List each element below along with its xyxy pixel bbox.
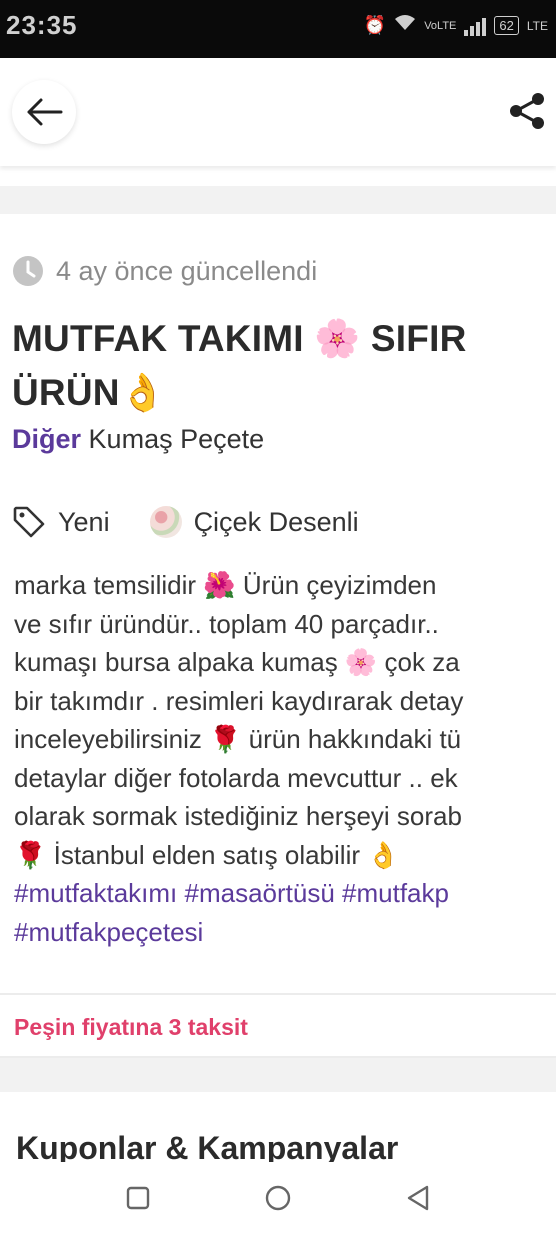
title-line-2: ÜRÜN👌 [12,372,166,413]
network-label: LTE [526,18,548,33]
description-line: kumaşı bursa alpaka kumaş 🌸 çok za [14,647,460,677]
square-icon [126,1186,150,1210]
tag-icon [13,506,45,538]
system-nav-bar [0,1162,556,1235]
hashtag-links[interactable]: #mutfaktakımı #masaörtüsü #mutfakp [14,874,556,913]
status-icons: ⏰ VoLTE 62 LTE [364,14,548,37]
hashtag-links[interactable]: #mutfakpeçetesi [14,913,556,952]
floral-pattern-icon [149,506,182,538]
arrow-left-icon [27,98,63,126]
back-button[interactable] [12,80,76,144]
attribute-tags: Yeni Çiçek Desenli [12,505,399,539]
separator-band [0,1058,556,1092]
circle-icon [265,1185,291,1211]
description-line: marka temsilidir 🌺 Ürün çeyizimden [14,570,437,600]
home-button[interactable] [258,1180,298,1216]
description-line: bir takımdır . resimleri kaydırarak deta… [14,685,464,716]
clock-icon [13,256,43,286]
wifi-icon [394,14,416,37]
status-bar: 23:35 ⏰ VoLTE 62 LTE [0,0,556,58]
volte-icon: VoLTE [424,19,457,32]
share-button[interactable] [502,86,552,136]
pattern-tag: Çiçek Desenli [149,506,359,538]
category-breadcrumb: Diğer Kumaş Peçete [12,424,264,455]
updated-text: 4 ay önce güncellendi [56,255,318,286]
share-icon [510,93,544,129]
description-line: olarak sormak istediğiniz herşeyi sorab [14,801,462,831]
coupons-section-title: Kuponlar & Kampanyalar [16,1130,399,1162]
alarm-icon: ⏰ [363,15,387,35]
recents-button[interactable] [118,1180,158,1216]
battery-icon: 62 [494,16,519,35]
updated-info: 4 ay önce güncellendi [12,255,317,287]
title-line-1: MUTFAK TAKIMI 🌸 SIFIR [12,318,467,359]
back-nav-button[interactable] [398,1180,438,1216]
description-line: inceleyebilirsiniz 🌹 ürün hakkındaki tü [14,724,462,754]
listing-title: MUTFAK TAKIMI 🌸 SIFIR ÜRÜN👌 [12,312,552,420]
pattern-label: Çiçek Desenli [193,506,359,537]
description-line: 🌹 İstanbul elden satış olabilir 👌 [14,839,400,870]
divider [0,993,556,995]
signal-icon [464,16,487,36]
category-main-link[interactable]: Diğer [12,424,81,454]
status-time: 23:35 [6,10,78,40]
triangle-back-icon [407,1185,429,1211]
description-line: ve sıfır üründür.. toplam 40 parçadır.. [14,608,439,639]
installment-info[interactable]: Peşin fiyatına 3 taksit [14,1014,248,1041]
description-line: detaylar diğer fotolarda mevcuttur .. ek [14,762,458,793]
condition-label: Yeni [58,506,110,537]
separator-band [0,186,556,214]
category-sub-link[interactable]: Kumaş Peçete [89,424,265,454]
condition-tag: Yeni [12,505,110,539]
listing-description: marka temsilidir 🌺 Ürün çeyizimden ve sı… [14,566,556,951]
app-header [0,58,556,166]
